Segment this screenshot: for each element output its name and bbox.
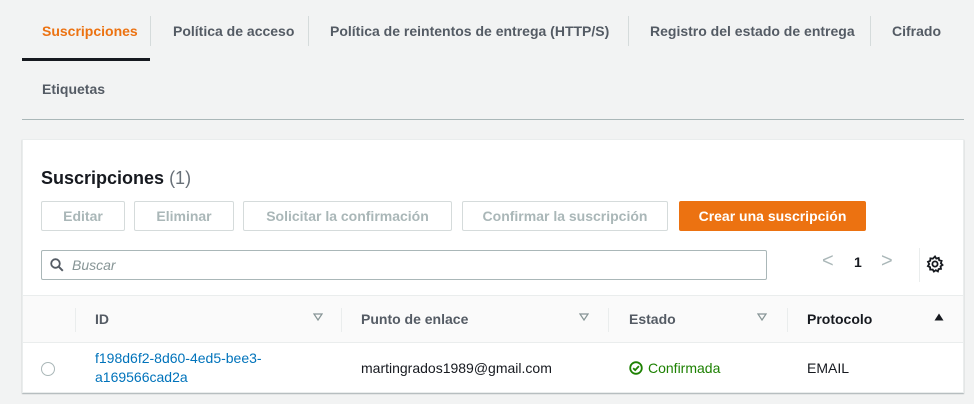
delete-button[interactable]: Eliminar <box>134 201 234 231</box>
sort-ascending-icon[interactable] <box>934 312 944 322</box>
gear-icon[interactable] <box>925 254 945 274</box>
tab-registro-estado[interactable]: Registro del estado de entrega <box>650 23 855 39</box>
tab-divider <box>150 16 151 46</box>
column-header-endpoint[interactable]: Punto de enlace <box>361 296 468 342</box>
column-header-protocol[interactable]: Protocolo <box>807 296 872 342</box>
chevron-left-icon[interactable]: < <box>822 250 834 273</box>
sort-filter-icon[interactable] <box>757 312 767 322</box>
tab-suscripciones[interactable]: Suscripciones <box>42 23 138 39</box>
tab-divider <box>308 16 309 46</box>
column-header-status[interactable]: Estado <box>629 296 676 342</box>
table-header: ID Punto de enlace Estado Protocolo <box>23 295 963 343</box>
chevron-right-icon[interactable]: > <box>881 250 893 273</box>
tab-politica-acceso[interactable]: Política de acceso <box>173 23 294 39</box>
endpoint-cell: martingrados1989@gmail.com <box>361 360 552 376</box>
tab-etiquetas[interactable]: Etiquetas <box>42 81 105 97</box>
active-tab-indicator <box>22 58 150 61</box>
tab-politica-reintentos[interactable]: Política de reintentos de entrega (HTTP/… <box>330 23 609 39</box>
tab-bar: Suscripciones Política de acceso Polític… <box>22 0 964 120</box>
tab-divider <box>628 16 629 46</box>
edit-button[interactable]: Editar <box>41 201 125 231</box>
column-divider <box>75 308 76 332</box>
subscriptions-panel: Suscripciones (1) Editar Eliminar Solici… <box>22 139 964 393</box>
column-divider <box>608 308 609 332</box>
tab-cifrado[interactable]: Cifrado <box>892 23 941 39</box>
status-label: Confirmada <box>648 360 721 376</box>
panel-title: Suscripciones (1) <box>41 168 191 189</box>
column-divider <box>787 308 788 332</box>
confirm-subscription-button[interactable]: Confirmar la suscripción <box>462 201 668 231</box>
subscription-id-link[interactable]: f198d6f2-8d60-4ed5-bee3-a169566cad2a <box>95 349 315 387</box>
request-confirmation-button[interactable]: Solicitar la confirmación <box>243 201 452 231</box>
search-input[interactable] <box>72 257 752 273</box>
create-subscription-button[interactable]: Crear una suscripción <box>679 201 866 231</box>
column-divider <box>341 308 342 332</box>
search-icon <box>42 251 72 279</box>
status-cell: Confirmada <box>629 360 720 376</box>
page-number[interactable]: 1 <box>854 254 862 270</box>
panel-title-text: Suscripciones <box>41 168 165 188</box>
sort-filter-icon[interactable] <box>313 312 323 322</box>
subscription-count: (1) <box>169 168 192 188</box>
protocol-cell: EMAIL <box>807 360 850 376</box>
table-row: f198d6f2-8d60-4ed5-bee3-a169566cad2a mar… <box>23 344 963 394</box>
pager-divider <box>919 248 920 282</box>
column-header-id[interactable]: ID <box>95 296 109 342</box>
search-box <box>41 250 767 280</box>
row-select-radio[interactable] <box>41 362 55 376</box>
sort-filter-icon[interactable] <box>579 312 589 322</box>
tab-divider <box>870 16 871 46</box>
check-circle-icon <box>629 361 643 375</box>
